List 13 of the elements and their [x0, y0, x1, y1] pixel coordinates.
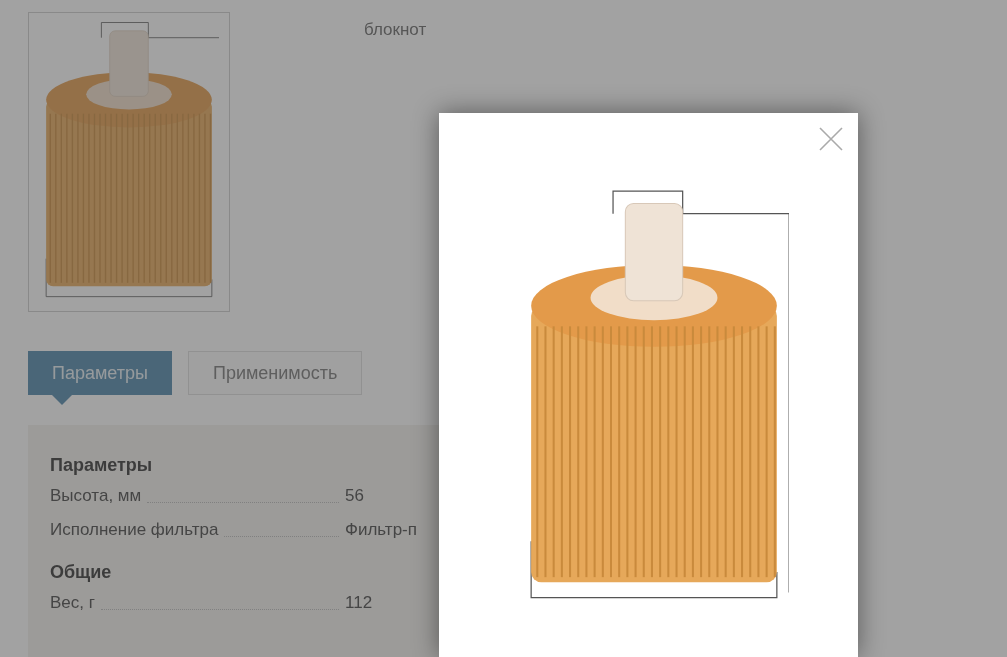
tab[interactable]: Применимость — [187, 351, 363, 395]
parameter-label: Вес, г — [50, 593, 95, 613]
parameter-value: 112 — [345, 593, 374, 613]
close-icon — [818, 126, 844, 152]
close-button[interactable] — [818, 125, 846, 153]
parameter-label: Высота, мм — [50, 486, 142, 506]
note-text: блокнот — [364, 20, 427, 41]
group-heading: Параметры — [50, 455, 154, 476]
parameter-label: Исполнение фильтра — [50, 520, 219, 540]
parameter-value: 56 — [345, 486, 365, 506]
group-heading: Общие — [50, 562, 113, 583]
tab[interactable]: Параметры — [28, 351, 172, 405]
parameter-value: Фильтр-п — [345, 520, 418, 540]
